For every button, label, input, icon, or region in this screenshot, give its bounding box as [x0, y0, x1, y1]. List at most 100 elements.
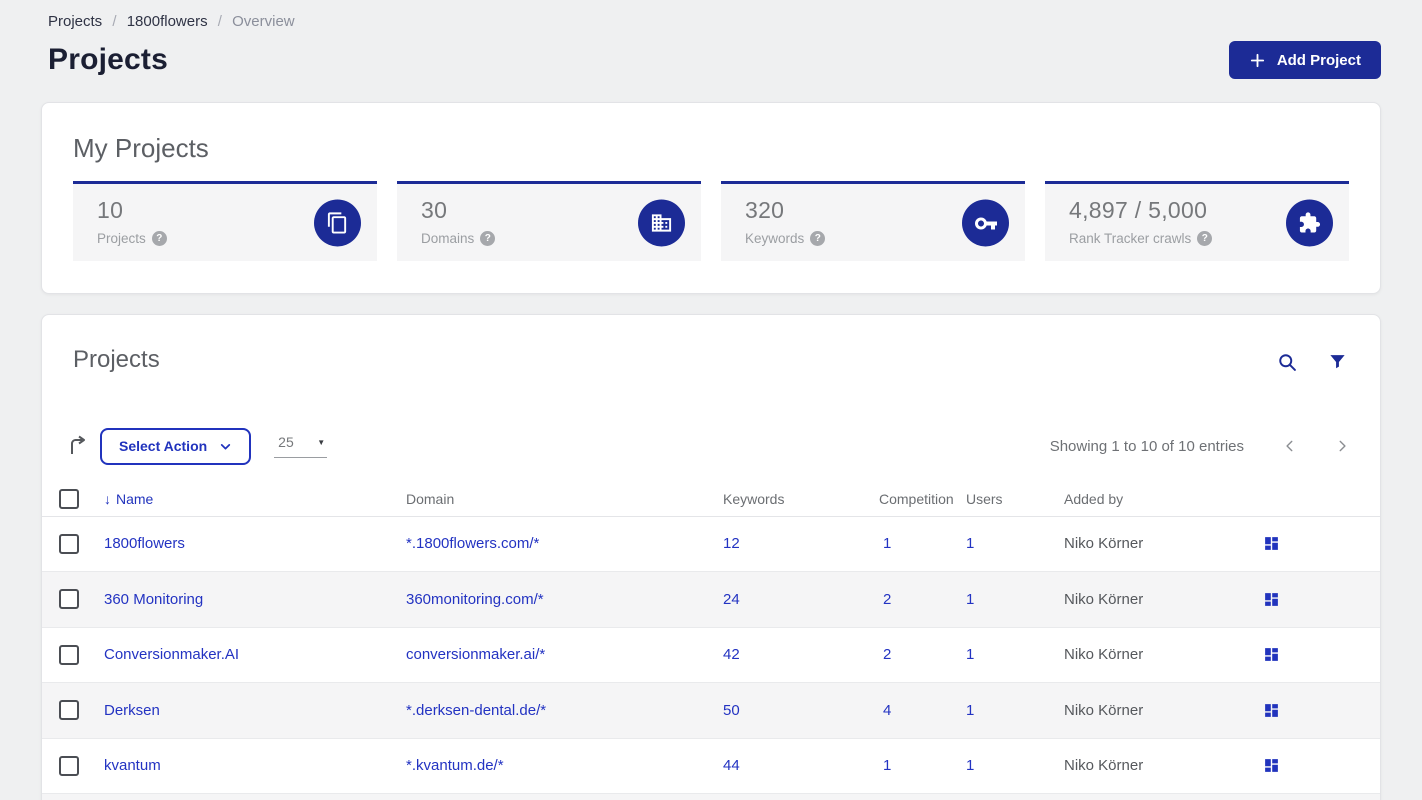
breadcrumb-1800flowers[interactable]: 1800flowers [127, 13, 208, 30]
page: Projects / 1800flowers / Overview Projec… [0, 0, 1422, 800]
added-by-text: Niko Körner [1064, 535, 1144, 553]
project-name-link[interactable]: kvantum [104, 757, 161, 774]
project-name-link[interactable]: 360 Monitoring [104, 591, 203, 608]
export-arrow-icon[interactable] [66, 434, 90, 458]
table-body: 1800flowers *.1800flowers.com/* 12 1 1 N… [42, 517, 1380, 795]
keywords-count[interactable]: 50 [723, 702, 879, 719]
breadcrumb-separator: / [112, 13, 117, 30]
stat-card-domains: 30 Domains ? [397, 180, 701, 261]
stat-card-crawls: 4,897 / 5,000 Rank Tracker crawls ? [1045, 180, 1349, 261]
table-row: Conversionmaker.AI conversionmaker.ai/* … [42, 628, 1380, 684]
projects-card: Projects Select Action 25 ▼ Showing 1 to… [41, 314, 1381, 800]
projects-copy-icon [314, 199, 361, 247]
added-by-text: Niko Körner [1064, 590, 1144, 608]
projects-card-header: Projects [42, 315, 1380, 374]
row-checkbox[interactable] [59, 644, 79, 665]
add-project-label: Add Project [1276, 51, 1361, 69]
table-row: 1800flowers *.1800flowers.com/* 12 1 1 N… [42, 517, 1380, 573]
keywords-count[interactable]: 44 [723, 757, 879, 774]
select-all-checkbox[interactable] [59, 489, 79, 510]
chevron-left-icon[interactable] [1283, 439, 1297, 453]
add-project-button[interactable]: Add Project [1228, 41, 1381, 79]
column-header-name[interactable]: ↓ Name [104, 491, 406, 507]
stat-card-projects: 10 Projects ? [73, 180, 377, 261]
keywords-count[interactable]: 24 [723, 591, 879, 608]
help-icon[interactable]: ? [1197, 230, 1213, 246]
filter-funnel-icon[interactable] [1328, 352, 1347, 373]
dashboard-grid-icon[interactable] [1263, 702, 1280, 719]
users-count[interactable]: 1 [966, 646, 1064, 663]
help-icon[interactable]: ? [810, 230, 826, 246]
breadcrumb: Projects / 1800flowers / Overview [48, 13, 1374, 30]
column-header-competition[interactable]: Competition [879, 491, 966, 507]
users-count[interactable]: 1 [966, 591, 1064, 608]
project-domain-link[interactable]: conversionmaker.ai/* [406, 646, 545, 663]
row-checkbox[interactable] [59, 589, 79, 610]
projects-table-title: Projects [73, 346, 160, 373]
breadcrumb-projects[interactable]: Projects [48, 13, 102, 30]
breadcrumb-overview: Overview [232, 13, 295, 30]
help-icon[interactable]: ? [151, 230, 167, 246]
page-size-value: 25 [278, 434, 294, 451]
breadcrumb-separator: / [217, 13, 222, 30]
key-icon [962, 199, 1009, 247]
row-checkbox[interactable] [59, 700, 79, 721]
column-header-users[interactable]: Users [966, 491, 1064, 507]
chevron-right-icon[interactable] [1335, 439, 1349, 453]
project-domain-link[interactable]: *.kvantum.de/* [406, 757, 504, 774]
column-header-keywords[interactable]: Keywords [723, 491, 879, 507]
added-by-text: Niko Körner [1064, 701, 1144, 719]
showing-entries-text: Showing 1 to 10 of 10 entries [1049, 437, 1244, 455]
chevron-down-icon [219, 440, 232, 453]
building-icon [638, 199, 685, 247]
page-size-select[interactable]: 25 ▼ [274, 434, 328, 459]
caret-down-icon: ▼ [317, 438, 326, 448]
select-action-label: Select Action [119, 438, 208, 455]
row-checkbox[interactable] [59, 755, 79, 776]
puzzle-icon [1286, 199, 1333, 247]
top-header: Projects / 1800flowers / Overview Projec… [41, 0, 1381, 79]
dashboard-grid-icon[interactable] [1263, 646, 1280, 663]
my-projects-card: My Projects 10 Projects ? 30 Domains ? 3… [41, 102, 1381, 294]
added-by-text: Niko Körner [1064, 646, 1144, 664]
project-domain-link[interactable]: *.1800flowers.com/* [406, 535, 539, 552]
row-checkbox[interactable] [59, 533, 79, 554]
dashboard-grid-icon[interactable] [1263, 535, 1280, 552]
stat-card-keywords: 320 Keywords ? [721, 180, 1025, 261]
keywords-count[interactable]: 42 [723, 646, 879, 663]
keywords-count[interactable]: 12 [723, 535, 879, 552]
users-count[interactable]: 1 [966, 757, 1064, 774]
competition-count[interactable]: 2 [879, 591, 966, 608]
search-icon[interactable] [1277, 352, 1298, 373]
competition-count[interactable]: 1 [879, 535, 966, 552]
stat-label: Domains [421, 230, 475, 246]
stat-label: Rank Tracker crawls [1069, 230, 1192, 246]
help-icon[interactable]: ? [480, 230, 496, 246]
project-name-link[interactable]: Derksen [104, 702, 160, 719]
stat-label: Projects [97, 230, 146, 246]
table-row: Derksen *.derksen-dental.de/* 50 4 1 Nik… [42, 683, 1380, 739]
project-domain-link[interactable]: 360monitoring.com/* [406, 591, 544, 608]
table-row: kvantum *.kvantum.de/* 44 1 1 Niko Körne… [42, 739, 1380, 795]
table-header-row: ↓ Name Domain Keywords Competition Users… [42, 483, 1380, 517]
users-count[interactable]: 1 [966, 702, 1064, 719]
table-row-partial [42, 794, 1380, 800]
column-header-added-by[interactable]: Added by [1064, 491, 1263, 507]
added-by-text: Niko Körner [1064, 757, 1144, 775]
project-domain-link[interactable]: *.derksen-dental.de/* [406, 702, 546, 719]
my-projects-title: My Projects [73, 133, 209, 163]
plus-icon [1249, 52, 1266, 69]
project-name-link[interactable]: Conversionmaker.AI [104, 646, 239, 663]
title-row: Projects Add Project [48, 41, 1381, 79]
table-row: 360 Monitoring 360monitoring.com/* 24 2 … [42, 572, 1380, 628]
dashboard-grid-icon[interactable] [1263, 757, 1280, 774]
competition-count[interactable]: 4 [879, 702, 966, 719]
column-header-domain[interactable]: Domain [406, 491, 723, 507]
competition-count[interactable]: 1 [879, 757, 966, 774]
dashboard-grid-icon[interactable] [1263, 591, 1280, 608]
project-name-link[interactable]: 1800flowers [104, 535, 185, 552]
select-action-dropdown[interactable]: Select Action [100, 427, 252, 465]
stat-label: Keywords [745, 230, 805, 246]
users-count[interactable]: 1 [966, 535, 1064, 552]
competition-count[interactable]: 2 [879, 646, 966, 663]
